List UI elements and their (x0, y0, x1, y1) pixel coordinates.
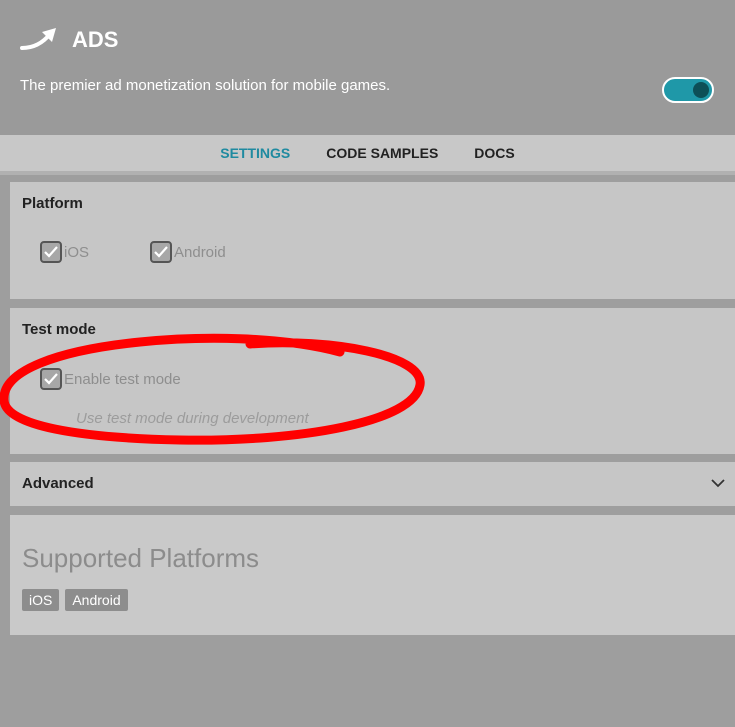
test-mode-panel: Test mode Enable test mode Use test mode… (10, 308, 735, 454)
tab-code-samples[interactable]: CODE SAMPLES (326, 145, 438, 161)
toggle-knob (693, 82, 709, 98)
checkmark-icon (154, 246, 168, 258)
app-description: The premier ad monetization solution for… (20, 77, 391, 94)
checkmark-icon (44, 373, 58, 385)
tab-docs[interactable]: DOCS (474, 145, 514, 161)
tab-settings[interactable]: SETTINGS (220, 145, 290, 161)
supported-platforms-title: Supported Platforms (22, 543, 260, 573)
ios-badge: iOS (22, 589, 60, 611)
ios-checkbox-row[interactable]: iOS (40, 241, 89, 263)
tab-bar: SETTINGS CODE SAMPLES DOCS (0, 135, 735, 175)
android-checkbox-row[interactable]: Android (150, 241, 226, 263)
app-title: ADS (72, 27, 119, 52)
enable-ads-toggle[interactable] (662, 77, 714, 103)
advanced-label: Advanced (22, 475, 94, 492)
android-badge: Android (65, 589, 128, 611)
platform-label: Platform (22, 195, 83, 212)
test-mode-label: Test mode (22, 321, 96, 338)
platform-badges: iOS Android (22, 589, 128, 611)
test-mode-hint: Use test mode during development (76, 410, 309, 427)
supported-platforms-section: Supported Platforms iOS Android (10, 515, 735, 635)
android-checkbox-label: Android (174, 243, 226, 261)
test-mode-checkbox[interactable] (40, 368, 62, 390)
ios-checkbox-label: iOS (64, 243, 90, 261)
test-mode-checkbox-row[interactable]: Enable test mode (40, 368, 181, 390)
test-mode-checkbox-label: Enable test mode (64, 370, 181, 388)
advanced-section[interactable]: Advanced (10, 462, 735, 506)
checkmark-icon (44, 246, 58, 258)
android-checkbox[interactable] (150, 241, 172, 263)
arrow-logo-icon (20, 28, 56, 50)
chevron-down-icon[interactable] (709, 474, 727, 492)
platform-panel: Platform iOS Android (10, 182, 735, 299)
header: ADS The premier ad monetization solution… (0, 0, 735, 135)
ios-checkbox[interactable] (40, 241, 62, 263)
brand: ADS (20, 26, 118, 54)
